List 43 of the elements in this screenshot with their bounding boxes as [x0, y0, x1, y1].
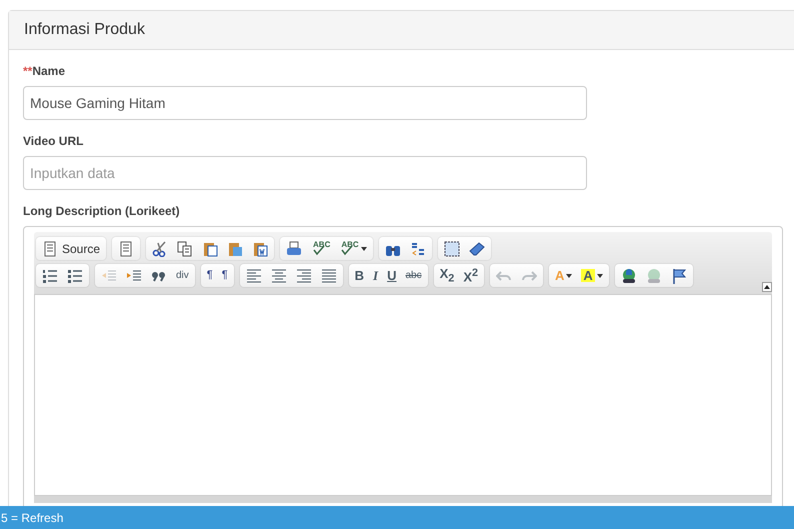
copy-icon [177, 240, 194, 256]
field-label: Name [32, 64, 66, 78]
toolbar-button[interactable]: div [172, 265, 193, 286]
subscript-button[interactable]: X$_{2}$ [436, 265, 458, 286]
input-field[interactable]: Inputkan data [23, 156, 587, 190]
bold-button[interactable]: B [350, 265, 368, 286]
cut-icon [152, 240, 168, 256]
caret-icon [596, 274, 603, 278]
field-label: Long Description (Lorikeet) [23, 204, 181, 218]
underline-button[interactable]: U [383, 265, 400, 286]
print-icon [286, 240, 302, 256]
paste-text-icon [227, 240, 244, 256]
replace-icon [410, 240, 426, 256]
required-mark: ** [23, 64, 32, 78]
italic-button[interactable]: I [369, 265, 382, 286]
indent-icon [126, 268, 142, 284]
align-right-icon [296, 268, 312, 284]
align-center-icon [270, 268, 287, 284]
toolbar-button[interactable]: ABC [335, 238, 371, 259]
collapse-button[interactable] [762, 282, 772, 292]
paste-icon [202, 240, 218, 256]
doc-icon [118, 240, 134, 256]
superscript-button[interactable]: X$^{2}$ [459, 265, 482, 286]
strikethrough-button[interactable]: abc [401, 265, 426, 286]
panel-title: Informasi Produk [24, 21, 145, 39]
caret-icon [566, 274, 572, 278]
toolbar-button[interactable]: A [577, 265, 607, 286]
outdent-icon [101, 268, 117, 284]
field-label: Video URL [23, 134, 84, 148]
source-button[interactable]: Source [38, 238, 104, 259]
input-field[interactable]: Mouse Gaming Hitam [23, 86, 587, 120]
eraser-icon [468, 240, 485, 256]
toolbar-button[interactable]: ABC [307, 238, 334, 259]
align-left-icon [246, 268, 262, 284]
toolbar-button[interactable]: ¶ [202, 265, 217, 286]
ol-icon [42, 268, 58, 284]
caret-icon [360, 246, 367, 250]
select-all-icon [444, 240, 460, 256]
status-text: 5 = Refresh [1, 510, 64, 524]
ul-icon [67, 268, 83, 284]
toolbar-button[interactable]: ¶ [218, 265, 232, 286]
justify-icon [320, 268, 337, 284]
paste-word-icon [252, 240, 268, 256]
